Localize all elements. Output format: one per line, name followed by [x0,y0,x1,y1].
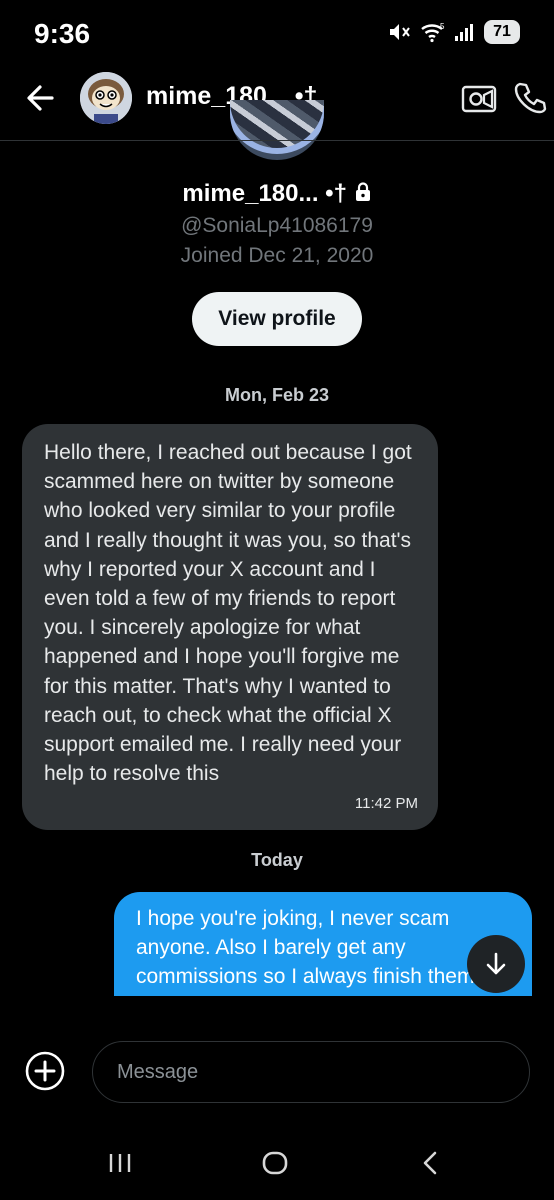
mute-icon [390,24,410,40]
battery-indicator: 71 [484,20,520,44]
recent-apps-icon[interactable] [108,1148,132,1178]
signal-icon [455,24,473,41]
arrow-down-icon [486,952,506,975]
outgoing-message[interactable]: I hope you're joking, I never scam anyon… [114,892,532,996]
view-profile-button[interactable]: View profile [192,292,362,346]
profile-avatar-image [230,100,324,154]
profile-name: mime_180... •† [182,180,347,207]
wifi-icon: 5 [421,22,445,43]
message-timestamp: 11:42 PM [354,795,418,812]
avatar-image-icon [80,72,132,124]
plus-circle-icon[interactable] [24,1050,66,1092]
home-icon[interactable] [260,1148,290,1178]
phone-icon[interactable] [512,80,548,116]
lock-icon [355,182,370,201]
profile-joined-date: Joined Dec 21, 2020 [180,244,374,267]
date-separator: Mon, Feb 23 [224,385,329,405]
status-icons: 5 71 [388,20,520,44]
header-divider [0,140,554,141]
scroll-to-bottom-button[interactable] [467,935,525,993]
profile-handle: @SoniaLp41086179 [181,214,373,237]
svg-text:5: 5 [440,22,445,31]
nav-back-icon[interactable] [418,1148,442,1178]
message-input[interactable] [92,1041,530,1103]
avatar[interactable] [80,72,132,124]
date-separator: Today [251,850,303,870]
profile-avatar[interactable] [230,100,324,160]
message-text: Hello there, I reached out because I got… [44,441,412,786]
message-text: I hope you're joking, I never scam anyon… [136,907,504,996]
status-time: 9:36 [34,18,91,49]
incoming-message[interactable]: Hello there, I reached out because I got… [22,424,438,830]
back-arrow-icon[interactable] [22,78,62,118]
video-call-icon[interactable] [460,80,498,116]
profile-name-row: mime_180... •† [0,180,554,208]
